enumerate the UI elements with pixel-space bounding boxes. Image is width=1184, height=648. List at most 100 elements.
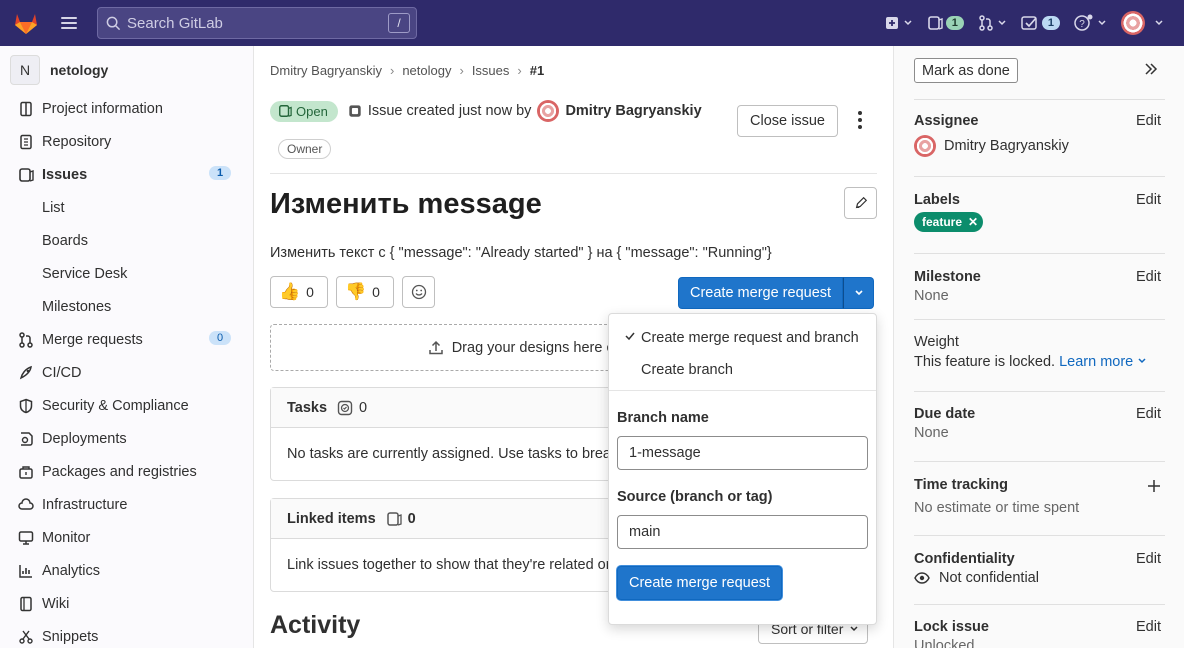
- sidebar-item-analytics[interactable]: Analytics: [0, 554, 253, 587]
- issues-count-badge: 1: [945, 16, 964, 30]
- sidebar-item-boards[interactable]: Boards: [0, 224, 253, 257]
- snippet-icon: [17, 628, 35, 646]
- lock-issue-edit-link[interactable]: Edit: [1136, 619, 1161, 635]
- menu-icon[interactable]: [61, 17, 77, 29]
- created-text: Issue created just now by: [367, 103, 532, 119]
- sidebar-item-snippets[interactable]: Snippets: [0, 620, 253, 648]
- weight-title: Weight: [914, 334, 959, 350]
- option-create-mr-and-branch[interactable]: Create merge request and branch: [609, 323, 876, 353]
- author-link[interactable]: Dmitry Bagryanskiy: [537, 100, 702, 122]
- sidebar-item-label: Project information: [42, 100, 163, 117]
- add-reaction-button[interactable]: [402, 276, 435, 308]
- branch-name-label: Branch name: [617, 410, 709, 426]
- close-icon[interactable]: ✕: [968, 215, 978, 229]
- sidebar-item-packages[interactable]: Packages and registries: [0, 455, 253, 488]
- due-date-value: None: [914, 425, 949, 441]
- assignee-name: Dmitry Bagryanskiy: [944, 138, 1069, 154]
- search-input[interactable]: Search GitLab /: [97, 7, 417, 39]
- sidebar-item-security[interactable]: Security & Compliance: [0, 389, 253, 422]
- sidebar-item-cicd[interactable]: CI/CD: [0, 356, 253, 389]
- rocket-icon: [17, 364, 35, 382]
- breadcrumb-item[interactable]: netology: [402, 63, 451, 78]
- sidebar-item-list[interactable]: List: [0, 191, 253, 224]
- plus-square-icon: [885, 17, 898, 29]
- sidebar-item-milestones[interactable]: Milestones: [0, 290, 253, 323]
- time-tracking-section: Time tracking No estimate or time spent: [914, 477, 1165, 516]
- due-date-edit-link[interactable]: Edit: [1136, 406, 1161, 422]
- create-mr-dropdown: Create merge request and branch Create b…: [608, 313, 877, 625]
- breadcrumb-separator: ›: [517, 63, 522, 78]
- issue-open-icon: [279, 105, 292, 117]
- sidebar-item-repository[interactable]: Repository: [0, 125, 253, 158]
- issue-meta: Issue created just now by Dmitry Bagryan…: [348, 100, 702, 122]
- issue-header: Open Issue created just now by Dmitry Ba…: [270, 100, 702, 122]
- sidebar-item-deployments[interactable]: Deployments: [0, 422, 253, 455]
- source-input[interactable]: main: [617, 515, 868, 549]
- author-name: Dmitry Bagryanskiy: [565, 103, 702, 119]
- sidebar-item-wiki[interactable]: Wiki: [0, 587, 253, 620]
- project-avatar: N: [10, 55, 40, 85]
- mark-as-done-button[interactable]: Mark as done: [914, 58, 1018, 83]
- todos-button[interactable]: 1: [1021, 15, 1060, 31]
- issues-icon: [17, 166, 35, 184]
- thumbs-up-button[interactable]: 👍 0: [270, 276, 328, 308]
- divider: [914, 176, 1165, 177]
- upload-icon: [428, 340, 443, 354]
- create-merge-request-toggle[interactable]: [843, 277, 875, 309]
- plus-icon[interactable]: [1147, 479, 1161, 493]
- sidebar-item-monitor[interactable]: Monitor: [0, 521, 253, 554]
- divider: [609, 390, 876, 391]
- thumbs-down-button[interactable]: 👎 0: [336, 276, 394, 308]
- sidebar-item-issues[interactable]: Issues 1: [0, 158, 253, 191]
- labels-edit-link[interactable]: Edit: [1136, 192, 1161, 208]
- smiley-icon: [411, 284, 426, 300]
- create-merge-request-submit-button[interactable]: Create merge request: [617, 566, 783, 600]
- breadcrumb: Dmitry Bagryanskiy › netology › Issues ›…: [270, 63, 544, 78]
- weight-text: This feature is locked. Learn more: [914, 354, 1165, 370]
- user-menu-button[interactable]: [1121, 11, 1164, 35]
- gitlab-logo-icon[interactable]: [13, 10, 39, 36]
- status-badge: Open: [270, 100, 338, 122]
- breadcrumb-current[interactable]: #1: [530, 63, 544, 78]
- sidebar-item-project-information[interactable]: Project information: [0, 92, 253, 125]
- top-navbar: Search GitLab / 1 1 ?: [0, 0, 1184, 46]
- breadcrumb-item[interactable]: Dmitry Bagryanskiy: [270, 63, 382, 78]
- thumbs-up-icon: 👍: [279, 282, 301, 301]
- thumbs-down-icon: 👎: [345, 282, 367, 301]
- create-new-button[interactable]: [884, 15, 913, 31]
- sidebar-item-label: CI/CD: [42, 364, 82, 381]
- help-button[interactable]: ?: [1074, 14, 1107, 32]
- labels-section: Labels Edit feature ✕: [914, 192, 1165, 232]
- edit-title-button[interactable]: [844, 187, 877, 219]
- divider: [914, 535, 1165, 536]
- cloud-icon: [17, 496, 35, 514]
- project-header[interactable]: N netology: [0, 48, 253, 92]
- collapse-sidebar-icon[interactable]: [1144, 62, 1158, 76]
- shield-icon: [17, 397, 35, 415]
- confidentiality-edit-link[interactable]: Edit: [1136, 551, 1161, 567]
- assignee-edit-link[interactable]: Edit: [1136, 113, 1161, 129]
- linked-items-count: 0: [407, 510, 416, 527]
- confidentiality-value: Not confidential: [914, 570, 1165, 586]
- sidebar-item-merge-requests[interactable]: Merge requests 0: [0, 323, 253, 356]
- merge-requests-button[interactable]: [978, 15, 1007, 31]
- search-placeholder: Search GitLab: [127, 14, 223, 32]
- branch-name-input[interactable]: 1-message: [617, 436, 868, 470]
- sidebar-item-service-desk[interactable]: Service Desk: [0, 257, 253, 290]
- assignee-user[interactable]: Dmitry Bagryanskiy: [914, 135, 1165, 157]
- milestone-edit-link[interactable]: Edit: [1136, 269, 1161, 285]
- close-issue-button[interactable]: Close issue: [737, 105, 838, 137]
- pencil-icon: [855, 196, 867, 209]
- weight-locked-text: This feature is locked.: [914, 354, 1056, 370]
- label-chip[interactable]: feature ✕: [914, 212, 984, 232]
- issues-button[interactable]: 1: [927, 15, 964, 31]
- option-create-branch[interactable]: Create branch: [609, 355, 876, 385]
- learn-more-link[interactable]: Learn more: [1059, 354, 1133, 370]
- breadcrumb-item[interactable]: Issues: [472, 63, 510, 78]
- more-actions-icon[interactable]: [858, 111, 862, 129]
- sidebar-item-label: Snippets: [42, 628, 99, 645]
- book-icon: [17, 595, 35, 613]
- sidebar-item-infrastructure[interactable]: Infrastructure: [0, 488, 253, 521]
- create-merge-request-button[interactable]: Create merge request: [678, 277, 844, 309]
- issues-icon: [927, 16, 943, 30]
